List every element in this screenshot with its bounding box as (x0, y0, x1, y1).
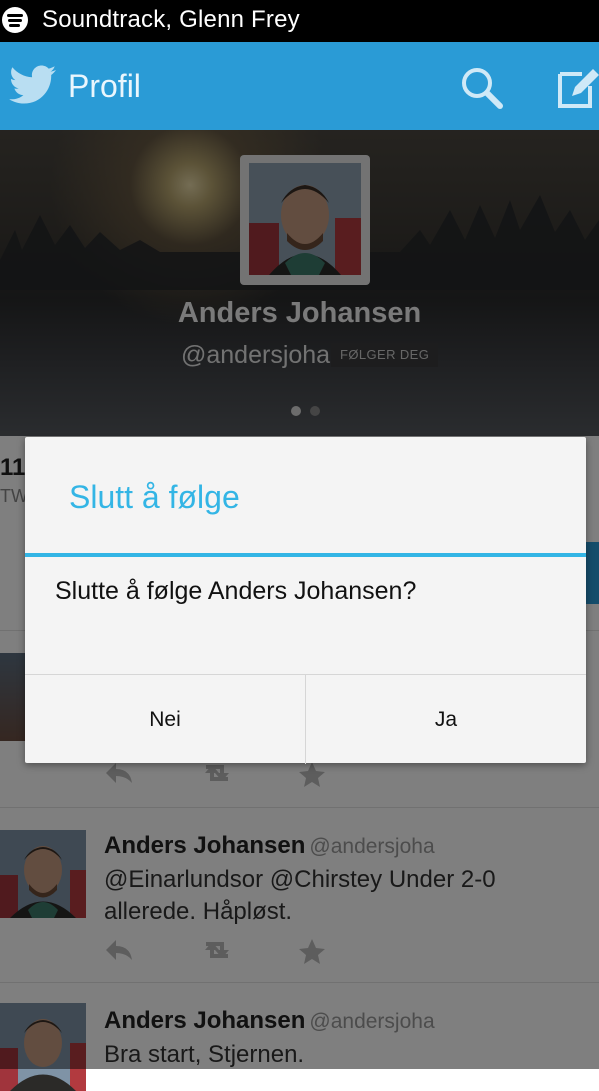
now-playing-title: Soundtrack, Glenn Frey (42, 6, 300, 33)
action-bar: Profil (0, 42, 599, 130)
spotify-icon (2, 7, 28, 33)
dialog-message: Slutte å følge Anders Johansen? (55, 577, 417, 605)
twitter-bird-icon[interactable] (8, 64, 58, 108)
compose-icon[interactable] (556, 66, 599, 110)
no-button[interactable]: Nei (25, 675, 306, 764)
unfollow-dialog: Slutt å følge Slutte å følge Anders Joha… (25, 437, 586, 764)
dialog-button-row: Nei Ja (25, 674, 586, 764)
dialog-title: Slutt å følge (69, 479, 240, 515)
search-icon[interactable] (460, 66, 504, 110)
screen-title: Profil (68, 68, 141, 104)
dialog-title-divider (25, 553, 586, 557)
status-bar: Soundtrack, Glenn Frey (0, 0, 599, 42)
yes-button[interactable]: Ja (306, 675, 586, 764)
